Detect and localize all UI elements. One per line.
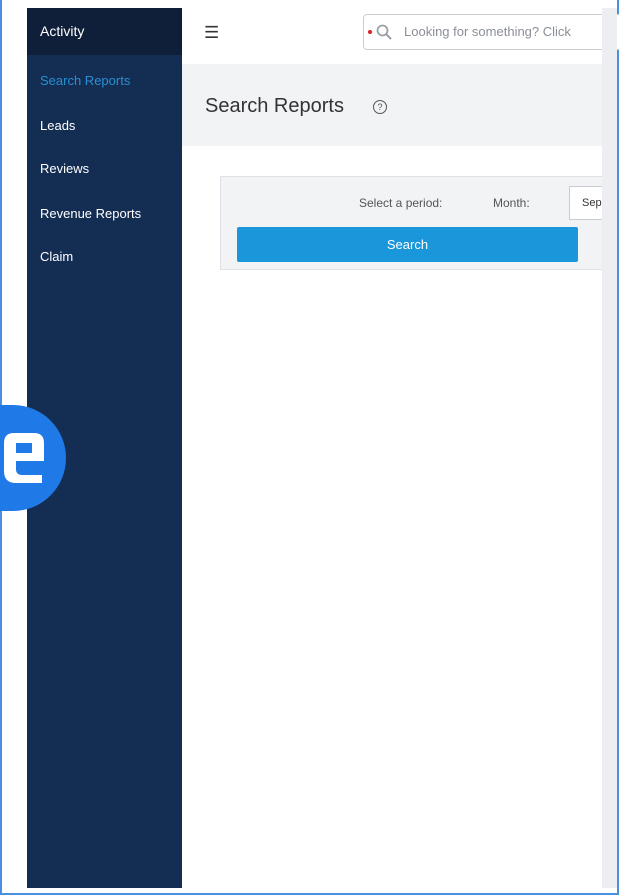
e-logo-icon bbox=[4, 433, 44, 483]
search-button[interactable]: Search bbox=[237, 227, 578, 262]
scrollbar[interactable] bbox=[602, 8, 617, 888]
sidebar-item-leads[interactable]: Leads bbox=[40, 118, 75, 133]
top-bar: ☰ Looking for something? Click bbox=[182, 8, 619, 64]
main-content: ☰ Looking for something? Click Search Re… bbox=[182, 8, 619, 888]
page-header: Search Reports ? bbox=[182, 64, 602, 146]
filter-panel: Select a period: Month: Sep Search bbox=[220, 176, 609, 270]
search-input[interactable]: Looking for something? Click bbox=[363, 14, 619, 50]
page-title: Search Reports bbox=[205, 95, 344, 117]
period-label: Select a period: bbox=[359, 196, 443, 210]
help-icon[interactable]: ? bbox=[373, 100, 387, 114]
sidebar-item-search-reports[interactable]: Search Reports bbox=[40, 73, 130, 88]
search-icon bbox=[376, 24, 392, 40]
hamburger-icon[interactable]: ☰ bbox=[204, 23, 219, 43]
sidebar-item-revenue-reports[interactable]: Revenue Reports bbox=[40, 206, 141, 221]
month-label: Month: bbox=[493, 196, 530, 210]
sidebar-activity-label[interactable]: Activity bbox=[27, 8, 182, 55]
notification-dot bbox=[368, 30, 372, 34]
search-placeholder: Looking for something? Click bbox=[404, 24, 571, 39]
sidebar-item-claim[interactable]: Claim bbox=[40, 249, 73, 264]
sidebar-item-reviews[interactable]: Reviews bbox=[40, 161, 89, 176]
